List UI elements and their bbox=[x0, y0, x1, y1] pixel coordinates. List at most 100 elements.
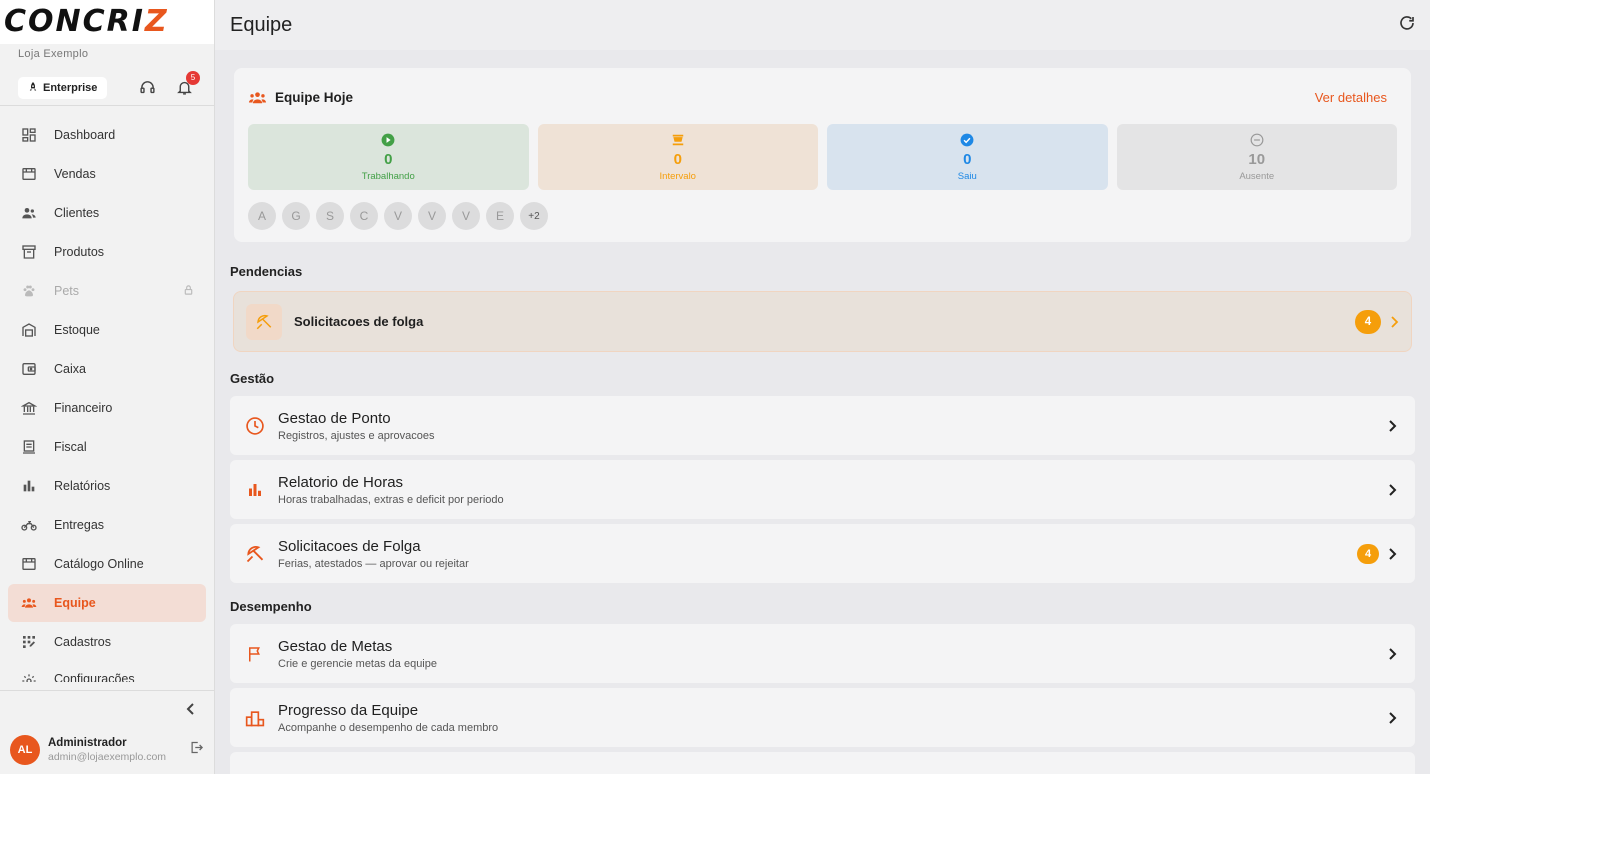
row-text: Relatorio de Horas Horas trabalhadas, ex… bbox=[278, 474, 504, 506]
row-text: Gestao de Ponto Registros, ajustes e apr… bbox=[278, 410, 435, 442]
sidebar-item-label: Dashboard bbox=[54, 128, 116, 142]
member-avatar[interactable]: V bbox=[452, 202, 480, 230]
stat-absent[interactable]: 10 Ausente bbox=[1116, 124, 1397, 190]
member-avatar[interactable]: S bbox=[316, 202, 344, 230]
sidebar-item-label: Financeiro bbox=[54, 401, 113, 415]
stat-value: 0 bbox=[963, 150, 972, 168]
stat-working[interactable]: 0 Trabalhando bbox=[248, 124, 529, 190]
logo-accent: Z bbox=[144, 4, 169, 39]
team-member-avatars: A G S C V V V E +2 bbox=[248, 202, 1397, 230]
logo[interactable]: CONCRIZ bbox=[0, 0, 214, 44]
menu-row-solicitacoes-de-folga[interactable]: Solicitacoes de Folga Ferias, atestados … bbox=[230, 524, 1415, 583]
menu-row-gestao-de-metas[interactable]: Gestao de Metas Crie e gerencie metas da… bbox=[230, 624, 1415, 683]
more-members-badge[interactable]: +2 bbox=[520, 202, 548, 230]
stat-break[interactable]: 0 Intervalo bbox=[537, 124, 818, 190]
clock-icon bbox=[244, 415, 266, 437]
member-avatar[interactable]: V bbox=[418, 202, 446, 230]
stat-label: Trabalhando bbox=[361, 170, 415, 182]
sidebar-item-equipe[interactable]: Equipe bbox=[8, 584, 206, 622]
stat-value: 10 bbox=[1248, 150, 1266, 168]
row-right bbox=[1387, 647, 1397, 660]
user-name: Administrador bbox=[48, 737, 127, 749]
menu-row-relatorio-de-horas[interactable]: Relatorio de Horas Horas trabalhadas, ex… bbox=[230, 460, 1415, 519]
chevron-left-icon bbox=[186, 702, 194, 715]
sidebar-item-vendas[interactable]: Vendas bbox=[8, 155, 206, 193]
stat-label: Saiu bbox=[957, 170, 977, 182]
avatar[interactable]: AL bbox=[10, 735, 40, 765]
sidebar-item-label: Produtos bbox=[54, 245, 105, 259]
row-text: Solicitacoes de Folga Ferias, atestados … bbox=[278, 538, 469, 570]
stat-left[interactable]: 0 Saiu bbox=[827, 124, 1108, 190]
row-right bbox=[1387, 419, 1397, 432]
chevron-right-icon bbox=[1389, 547, 1397, 560]
row-text: Gestao de Metas Crie e gerencie metas da… bbox=[278, 638, 437, 670]
pending-time-off-requests[interactable]: Solicitacoes de folga 4 bbox=[233, 291, 1412, 352]
plan-label: Enterprise bbox=[43, 81, 98, 94]
sidebar-item-label: Cadastros bbox=[54, 635, 111, 649]
member-avatar[interactable]: C bbox=[350, 202, 378, 230]
chevron-right-icon bbox=[1391, 315, 1399, 328]
member-avatar[interactable]: G bbox=[282, 202, 310, 230]
refresh-button[interactable] bbox=[1398, 14, 1416, 37]
cash-icon bbox=[20, 360, 38, 378]
sidebar-item-relatorios[interactable]: Relatórios bbox=[8, 467, 206, 505]
sidebar-item-label: Vendas bbox=[54, 167, 96, 181]
flag-icon bbox=[244, 643, 266, 665]
sidebar-item-dashboard[interactable]: Dashboard bbox=[8, 116, 206, 154]
sidebar-item-label: Configurações bbox=[54, 672, 135, 682]
app-window: CONCRIZ Loja Exemplo Enterprise 5 Dashbo… bbox=[0, 0, 1430, 774]
support-button[interactable] bbox=[135, 76, 158, 100]
member-avatar[interactable]: A bbox=[248, 202, 276, 230]
menu-row-gestao-de-ponto[interactable]: Gestao de Ponto Registros, ajustes e apr… bbox=[230, 396, 1415, 455]
sidebar-item-catalogo-online[interactable]: Catálogo Online bbox=[8, 545, 206, 583]
sidebar-item-label: Estoque bbox=[54, 323, 100, 337]
user-profile: AL Administrador admin@lojaexemplo.com bbox=[0, 726, 214, 774]
member-avatar[interactable]: E bbox=[486, 202, 514, 230]
coffee-icon bbox=[672, 134, 683, 145]
sidebar-item-configuracoes[interactable]: Configurações bbox=[8, 662, 206, 682]
grid-icon bbox=[20, 633, 38, 651]
menu-row-partial[interactable] bbox=[230, 752, 1415, 774]
logout-icon bbox=[191, 741, 204, 754]
sidebar-item-estoque[interactable]: Estoque bbox=[8, 311, 206, 349]
sidebar-item-label: Pets bbox=[54, 284, 80, 298]
box-icon bbox=[20, 243, 38, 261]
plan-badge[interactable]: Enterprise bbox=[18, 76, 108, 99]
sidebar-item-fiscal[interactable]: Fiscal bbox=[8, 428, 206, 466]
sidebar: CONCRIZ Loja Exemplo Enterprise 5 Dashbo… bbox=[0, 0, 215, 774]
sidebar-item-financeiro[interactable]: Financeiro bbox=[8, 389, 206, 427]
refresh-icon bbox=[1400, 15, 1414, 30]
notifications-button[interactable]: 5 bbox=[173, 70, 200, 100]
groups-icon bbox=[20, 594, 38, 612]
row-subtitle: Ferias, atestados — aprovar ou rejeitar bbox=[278, 557, 469, 570]
row-text: Progresso da Equipe Acompanhe o desempen… bbox=[278, 702, 498, 734]
member-avatar[interactable]: V bbox=[384, 202, 412, 230]
sidebar-item-cadastros[interactable]: Cadastros bbox=[8, 623, 206, 661]
headset-icon bbox=[139, 81, 155, 94]
people-icon bbox=[20, 204, 38, 222]
sidebar-item-entregas[interactable]: Entregas bbox=[8, 506, 206, 544]
leaderboard-icon bbox=[244, 707, 266, 729]
sidebar-item-clientes[interactable]: Clientes bbox=[8, 194, 206, 232]
row-title: Relatorio de Horas bbox=[278, 473, 404, 491]
pending-right: 4 bbox=[1355, 309, 1399, 334]
sidebar-item-label: Relatórios bbox=[54, 479, 111, 493]
sidebar-item-caixa[interactable]: Caixa bbox=[8, 350, 206, 388]
user-info: Administrador admin@lojaexemplo.com bbox=[48, 737, 166, 763]
view-details-link[interactable]: Ver detalhes bbox=[1315, 90, 1387, 105]
logout-button[interactable] bbox=[189, 740, 204, 760]
row-right bbox=[1387, 483, 1397, 496]
collapse-sidebar-button[interactable] bbox=[0, 690, 214, 726]
stat-value: 0 bbox=[673, 150, 682, 168]
sidebar-item-pets[interactable]: Pets bbox=[8, 272, 206, 310]
sidebar-item-produtos[interactable]: Produtos bbox=[8, 233, 206, 271]
row-subtitle: Crie e gerencie metas da equipe bbox=[278, 657, 437, 670]
content: Equipe Hoje Ver detalhes 0 Trabalhando 0… bbox=[215, 50, 1430, 774]
gear-icon bbox=[20, 672, 38, 682]
stat-label: Ausente bbox=[1239, 170, 1275, 182]
section-title-pendencias: Pendencias bbox=[230, 264, 303, 279]
main-content: Equipe Equipe Hoje Ver detalhes 0 Trabal… bbox=[215, 0, 1430, 774]
count-badge: 4 bbox=[1357, 543, 1379, 564]
menu-row-progresso-da-equipe[interactable]: Progresso da Equipe Acompanhe o desempen… bbox=[230, 688, 1415, 747]
paw-icon bbox=[20, 282, 38, 300]
